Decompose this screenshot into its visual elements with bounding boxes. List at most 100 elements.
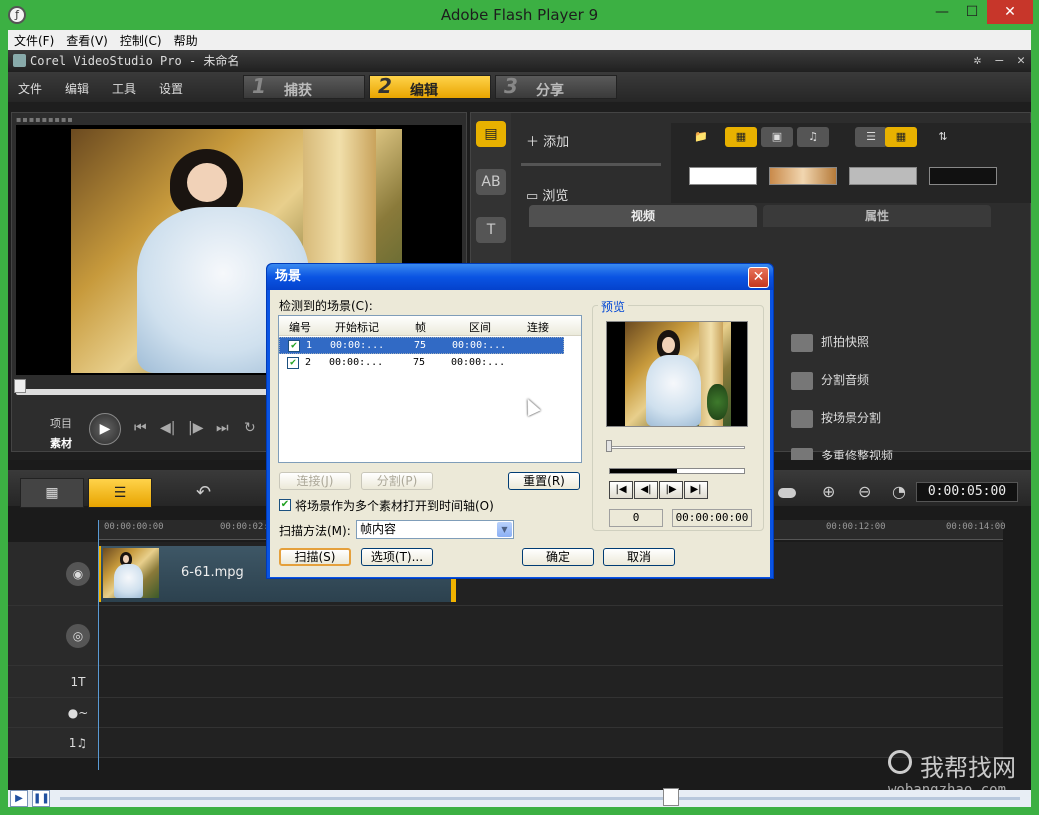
- scrubber-thumb[interactable]: [14, 379, 26, 393]
- show-photo-button[interactable]: ▣: [761, 127, 793, 147]
- reset-button[interactable]: 重置(R): [508, 472, 580, 490]
- app-menu-file[interactable]: 文件: [18, 80, 42, 97]
- tab-video[interactable]: 视频: [529, 205, 757, 227]
- app-menu-tools[interactable]: 工具: [112, 80, 136, 97]
- project-mode-label[interactable]: 项目: [50, 415, 72, 431]
- cancel-button[interactable]: 取消: [603, 548, 675, 566]
- option-split-audio[interactable]: 分割音频: [791, 371, 869, 390]
- ok-button[interactable]: 确定: [522, 548, 594, 566]
- scene-checkbox[interactable]: ✔: [287, 357, 299, 369]
- browse-button[interactable]: ▭ 浏览: [526, 185, 568, 204]
- voice-track: [98, 698, 1003, 728]
- library-thumbnail[interactable]: [929, 167, 997, 185]
- close-button[interactable]: ✕: [987, 0, 1033, 24]
- title-track-header[interactable]: 1T: [8, 666, 98, 698]
- scene-checkbox[interactable]: ✔: [288, 340, 300, 352]
- preview-next-button[interactable]: |▶: [659, 481, 683, 499]
- library-thumbnail[interactable]: [689, 167, 757, 185]
- scene-range: 00:00:...: [452, 340, 507, 351]
- option-split-by-scene[interactable]: 按场景分割: [791, 409, 881, 428]
- list-view-button[interactable]: ☰: [855, 127, 887, 147]
- column-start[interactable]: 开始标记: [335, 319, 379, 335]
- scene-list[interactable]: 编号 开始标记 帧 区间 连接 ✔ 1 00:00:... 75 00:00:.…: [278, 315, 582, 463]
- library-thumbnail[interactable]: [849, 167, 917, 185]
- tab-properties[interactable]: 属性: [763, 205, 991, 227]
- column-join[interactable]: 连接: [527, 319, 549, 335]
- clip-mode-label[interactable]: 素材: [50, 435, 72, 451]
- flash-seek-thumb[interactable]: [663, 788, 679, 806]
- flash-play-button[interactable]: ▶: [10, 790, 28, 807]
- scan-method-select[interactable]: 帧内容 ▼: [356, 520, 514, 539]
- overlay-track-header[interactable]: ◎: [8, 606, 98, 666]
- app-menu-settings[interactable]: 设置: [159, 80, 183, 97]
- media-library-icon[interactable]: ▤: [476, 121, 506, 147]
- app-menu-edit[interactable]: 编辑: [65, 80, 89, 97]
- menu-control[interactable]: 控制(C): [114, 30, 168, 51]
- fit-project-icon[interactable]: ⊖: [858, 482, 871, 501]
- timeline-view-button[interactable]: ☰: [88, 478, 152, 508]
- zoom-slider[interactable]: [778, 488, 796, 498]
- preview-start-button[interactable]: |◀: [609, 481, 633, 499]
- storyboard-view-button[interactable]: ▦: [20, 478, 84, 508]
- scan-button[interactable]: 扫描(S): [279, 548, 351, 566]
- zoom-in-icon[interactable]: ⊕: [822, 482, 835, 501]
- undo-icon[interactable]: ↶: [196, 482, 211, 503]
- prev-frame-icon[interactable]: ◀|: [160, 420, 175, 436]
- preview-end-button[interactable]: ▶|: [684, 481, 708, 499]
- ruler-label: 00:00:14:00: [946, 522, 1006, 532]
- app-close-icon[interactable]: ✕: [1017, 53, 1025, 68]
- scene-row[interactable]: ✔ 1 00:00:... 75 00:00:...: [279, 337, 564, 354]
- sort-icon[interactable]: ⇅: [927, 127, 959, 147]
- clip-thumbnail: [103, 548, 159, 598]
- preview-prev-button[interactable]: ◀|: [634, 481, 658, 499]
- timeline-playhead[interactable]: [98, 520, 99, 770]
- flash-seek-track[interactable]: [60, 797, 1020, 800]
- option-snapshot[interactable]: 抓拍快照: [791, 333, 869, 352]
- voice-track-header[interactable]: ●~: [8, 698, 98, 728]
- split-button[interactable]: 分割(P): [361, 472, 433, 490]
- music-track: [98, 728, 1003, 758]
- flash-pause-button[interactable]: ❚❚: [32, 790, 50, 807]
- menu-file[interactable]: 文件(F): [8, 30, 60, 51]
- video-track-header[interactable]: ◉: [8, 542, 98, 606]
- chevron-down-icon[interactable]: ▼: [497, 522, 512, 537]
- dialog-close-button[interactable]: ✕: [748, 267, 769, 288]
- option-label: 按场景分割: [821, 411, 882, 425]
- transition-icon[interactable]: AB: [476, 169, 506, 195]
- preview-slider-thumb[interactable]: [606, 440, 612, 452]
- open-as-clips-label[interactable]: 将场景作为多个素材打开到时间轴(O): [295, 497, 494, 514]
- menu-help[interactable]: 帮助: [168, 30, 204, 51]
- go-start-icon[interactable]: ⏮: [134, 420, 147, 436]
- thumb-view-button[interactable]: ▦: [885, 127, 917, 147]
- options-button[interactable]: 选项(T)...: [361, 548, 433, 566]
- app-minimize-icon[interactable]: —: [995, 53, 1003, 68]
- step-edit[interactable]: 2 编辑: [369, 74, 491, 99]
- column-range[interactable]: 区间: [469, 319, 491, 335]
- join-button[interactable]: 连接(J): [279, 472, 351, 490]
- library-thumbnail[interactable]: [769, 167, 837, 185]
- ruler-label: 00:00:00:00: [104, 522, 164, 532]
- timeline-timecode[interactable]: 0:00:05:00: [916, 482, 1018, 502]
- step-capture[interactable]: 1 捕获: [243, 74, 365, 99]
- open-as-clips-checkbox[interactable]: ✔: [279, 499, 291, 511]
- go-end-icon[interactable]: ⏭: [216, 420, 229, 436]
- show-video-button[interactable]: ▦: [725, 127, 757, 147]
- add-button[interactable]: ＋ 添加: [526, 131, 569, 150]
- menu-view[interactable]: 查看(V): [60, 30, 114, 51]
- step-share[interactable]: 3 分享: [495, 74, 617, 99]
- scene-row[interactable]: ✔ 2 00:00:... 75 00:00:...: [279, 355, 581, 372]
- library-separator: [521, 163, 661, 166]
- column-frames[interactable]: 帧: [415, 319, 426, 335]
- play-button[interactable]: ▶: [89, 413, 121, 445]
- preview-slider[interactable]: [609, 446, 745, 449]
- maximize-button[interactable]: ☐: [958, 0, 986, 24]
- app-settings-icon[interactable]: ✲: [974, 53, 982, 68]
- folder-icon[interactable]: 📁: [685, 127, 717, 147]
- show-audio-button[interactable]: ♫: [797, 127, 829, 147]
- title-icon[interactable]: T: [476, 217, 506, 243]
- column-number[interactable]: 编号: [289, 319, 311, 335]
- music-track-header[interactable]: 1♫: [8, 728, 98, 758]
- repeat-icon[interactable]: ↻: [244, 420, 256, 436]
- minimize-button[interactable]: —: [928, 0, 956, 24]
- next-frame-icon[interactable]: |▶: [188, 420, 203, 436]
